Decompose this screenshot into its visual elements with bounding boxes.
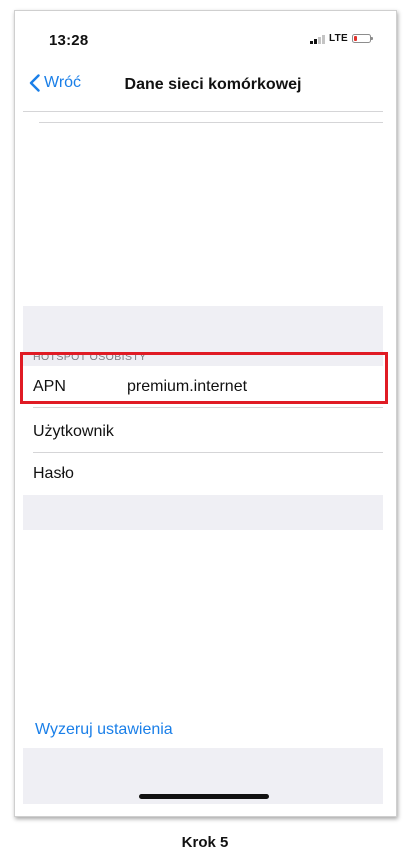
password-row[interactable]: Hasło — [23, 453, 383, 495]
page: 13:28 LTE Wróć Dane sieci komórkowej HOT… — [0, 0, 410, 862]
status-time: 13:28 — [49, 32, 89, 49]
reset-settings-button[interactable]: Wyzeruj ustawienia — [35, 721, 173, 739]
apn-highlight-box — [20, 352, 388, 404]
page-title: Dane sieci komórkowej — [124, 76, 302, 93]
home-indicator[interactable] — [139, 794, 269, 799]
group-divider — [39, 122, 383, 123]
password-label: Hasło — [33, 465, 74, 482]
username-label: Użytkownik — [33, 423, 114, 440]
phone-screenshot-frame: 13:28 LTE Wróć Dane sieci komórkowej HOT… — [14, 10, 397, 817]
nav-divider — [23, 111, 383, 112]
username-row[interactable]: Użytkownik — [23, 411, 383, 453]
status-indicators: LTE — [310, 33, 373, 44]
signal-icon — [310, 34, 325, 44]
phone-screen: 13:28 LTE Wróć Dane sieci komórkowej HOT… — [23, 14, 383, 804]
network-type-label: LTE — [328, 33, 348, 44]
step-caption: Krok 5 — [181, 834, 229, 851]
row-divider — [33, 407, 383, 408]
section-footer-spacer — [23, 495, 383, 530]
battery-low-icon — [352, 34, 373, 43]
